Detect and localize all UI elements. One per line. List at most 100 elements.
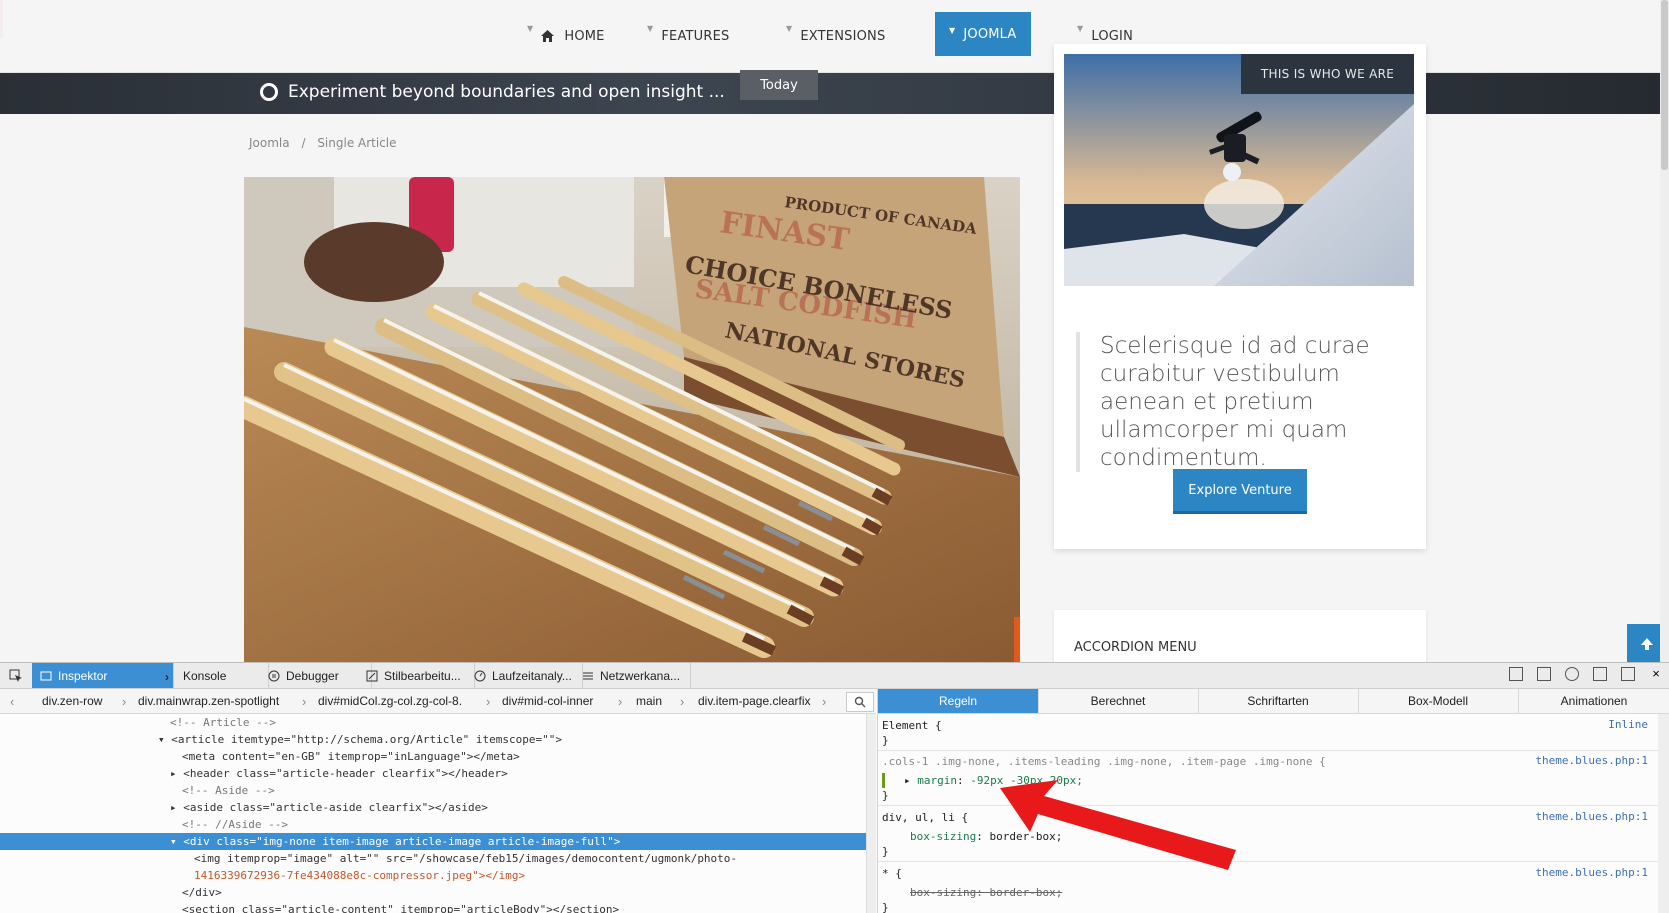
markup-line[interactable]: <!-- Article --> (0, 714, 866, 731)
rule-divider (878, 805, 1658, 806)
rule1-source[interactable]: theme.blues.php:1 (1535, 754, 1648, 767)
chevron-down-icon: ▼ (786, 23, 793, 33)
article-image: FINAST SALT CODFISH PRODUCT OF CANADA CH… (244, 177, 1020, 662)
rule2-source[interactable]: theme.blues.php:1 (1535, 810, 1648, 823)
tab-debugger-label: Debugger (286, 668, 339, 683)
breadcrumb-separator: / (301, 136, 306, 150)
split-console-icon[interactable] (1509, 667, 1523, 681)
gear-icon[interactable] (1565, 667, 1579, 681)
rule1-declaration[interactable]: ▸ margin: -92px -30px 20px; (904, 773, 1083, 788)
tab-konsole[interactable]: › Konsole (157, 663, 269, 688)
today-button[interactable]: Today (740, 70, 818, 100)
dock-side-icon[interactable] (1593, 667, 1607, 681)
rule3-selector[interactable]: * { (882, 866, 902, 881)
devtools-toolbar: Inspektor › Konsole Debugger Stilbearbei… (0, 663, 1669, 689)
tab-stilbearbeitung-label: Stilbearbeitu... (384, 668, 461, 683)
markup-line[interactable]: ▸ <header class="article-header clearfix… (0, 765, 866, 782)
accordion-menu-title[interactable]: ACCORDION MENU (1074, 640, 1197, 655)
markup-line[interactable]: <meta content="en-GB" itemprop="inLangua… (0, 748, 866, 765)
markup-line[interactable]: <section class="article-content" itempro… (0, 901, 866, 913)
rule-element-selector[interactable]: Element { (882, 718, 942, 733)
tab-konsole-label: Konsole (183, 668, 227, 683)
debugger-icon (268, 670, 280, 681)
bc-midcol[interactable]: div#midCol.zg-col.zg-col-8. (318, 689, 462, 713)
sidebar-quote: Scelerisque id ad curae curabitur vestib… (1076, 332, 1422, 472)
rule1-changed-marker (882, 773, 885, 788)
markup-line-article[interactable]: ▾ <article itemtype="http://schema.org/A… (0, 731, 866, 748)
markup-line[interactable]: </div> (0, 884, 866, 901)
chevron-right-icon: › (486, 693, 491, 709)
tab-inspektor[interactable]: Inspektor (32, 663, 174, 688)
chevron-right-icon: › (680, 693, 685, 709)
markup-line[interactable]: ▸ <aside class="article-aside clearfix">… (0, 799, 866, 816)
chevron-right-icon: › (122, 693, 127, 709)
chevron-right-icon: › (302, 693, 307, 709)
arrow-up-icon (1641, 638, 1653, 650)
bc-zen-row[interactable]: div.zen-row (42, 689, 102, 713)
rule3-overridden-declaration[interactable]: box-sizing: border-box; (910, 885, 1062, 900)
bc-mid-col-inner[interactable]: div#mid-col-inner (502, 689, 593, 713)
nav-home[interactable]: ▼ HOME (527, 0, 605, 72)
bc-item-page[interactable]: div.item-page.clearfix (698, 689, 811, 713)
bc-main[interactable]: main (636, 689, 662, 713)
nav-joomla[interactable]: ▼ JOOMLA (935, 12, 1031, 56)
explore-venture-button[interactable]: Explore Venture (1173, 469, 1307, 514)
markup-line[interactable]: 1416339672936-7fe434088e8c-compressor.jp… (0, 867, 866, 884)
rule-close: } (882, 901, 889, 913)
tab-berechnet[interactable]: Berechnet (1038, 689, 1199, 713)
nav-features-label: FEATURES (661, 28, 730, 44)
rule3-source[interactable]: theme.blues.php:1 (1535, 866, 1648, 879)
rule-divider (878, 861, 1658, 862)
close-icon[interactable]: × (1649, 667, 1663, 681)
nav-login-label: LOGIN (1091, 28, 1134, 44)
markup-line[interactable]: <!-- //Aside --> (0, 816, 866, 833)
element-picker-button[interactable] (0, 663, 33, 688)
rule-close: } (882, 734, 889, 747)
tab-netzwerkanalyse[interactable]: Netzwerkana... (574, 663, 691, 688)
chevron-down-icon: ▼ (647, 23, 654, 33)
undock-icon[interactable] (1621, 667, 1635, 681)
markup-line-selected[interactable]: ▾ <div class="img-none item-image articl… (0, 833, 866, 850)
chevron-down-icon: ▼ (949, 25, 956, 35)
tab-schriftarten[interactable]: Schriftarten (1198, 689, 1359, 713)
pick-element-icon (9, 669, 22, 682)
tab-laufzeitanalyse[interactable]: Laufzeitanaly... (466, 663, 583, 688)
rule1-selector[interactable]: .cols-1 .img-none, .items-leading .img-n… (882, 754, 1326, 769)
breadcrumb-current: Single Article (317, 136, 397, 150)
rules-scrollbar[interactable] (1658, 714, 1669, 913)
breadcrumb: Joomla / Single Article (249, 136, 405, 150)
markup-scrollbar[interactable] (866, 714, 876, 913)
inspector-icon (40, 671, 52, 680)
markup-line[interactable]: <img itemprop="image" alt="" src="/showc… (0, 850, 866, 867)
markup-breadcrumb: ‹ div.zen-row › div.mainwrap.zen-spotlig… (0, 689, 876, 714)
breadcrumb-back-icon[interactable]: ‹ (10, 689, 14, 713)
rules-tabbar: Regeln Berechnet Schriftarten Box-Modell… (877, 689, 1669, 714)
tab-regeln[interactable]: Regeln (878, 689, 1039, 713)
nav-features[interactable]: ▼ FEATURES (647, 0, 730, 72)
breadcrumb-home-link[interactable]: Joomla (249, 136, 290, 150)
who-we-are-banner: THIS IS WHO WE ARE (1241, 54, 1414, 94)
responsive-design-icon[interactable] (1537, 667, 1551, 681)
chevron-right-icon: › (618, 693, 623, 709)
nav-extensions[interactable]: ▼ EXTENSIONS (786, 0, 885, 72)
rule-divider (878, 750, 1658, 751)
tab-debugger[interactable]: Debugger (260, 663, 372, 688)
markup-line[interactable]: <!-- Aside --> (0, 782, 866, 799)
ticker-text: Experiment beyond boundaries and open in… (288, 82, 725, 102)
markup-search-button[interactable] (846, 692, 874, 712)
tab-box-modell[interactable]: Box-Modell (1358, 689, 1519, 713)
tab-animationen[interactable]: Animationen (1518, 689, 1669, 713)
rule2-selector[interactable]: div, ul, li { (882, 810, 968, 825)
tab-stilbearbeitung[interactable]: Stilbearbeitu... (358, 663, 475, 688)
breadcrumb-forward-icon[interactable]: › (822, 689, 826, 713)
news-ticker[interactable]: Experiment beyond boundaries and open in… (260, 71, 725, 113)
tab-netzwerkanalyse-label: Netzwerkana... (600, 668, 681, 683)
console-chevron-icon: › (165, 669, 169, 684)
rule-element-source[interactable]: Inline (1608, 718, 1648, 731)
bc-mainwrap[interactable]: div.mainwrap.zen-spotlight (138, 689, 279, 713)
markup-view: <!-- Article --> ▾ <article itemtype="ht… (0, 714, 866, 913)
rule2-declaration[interactable]: box-sizing: border-box; (910, 829, 1062, 844)
page-scrollbar-thumb[interactable] (1661, 0, 1668, 170)
nav-joomla-label: JOOMLA (963, 26, 1017, 42)
home-icon (541, 30, 555, 42)
